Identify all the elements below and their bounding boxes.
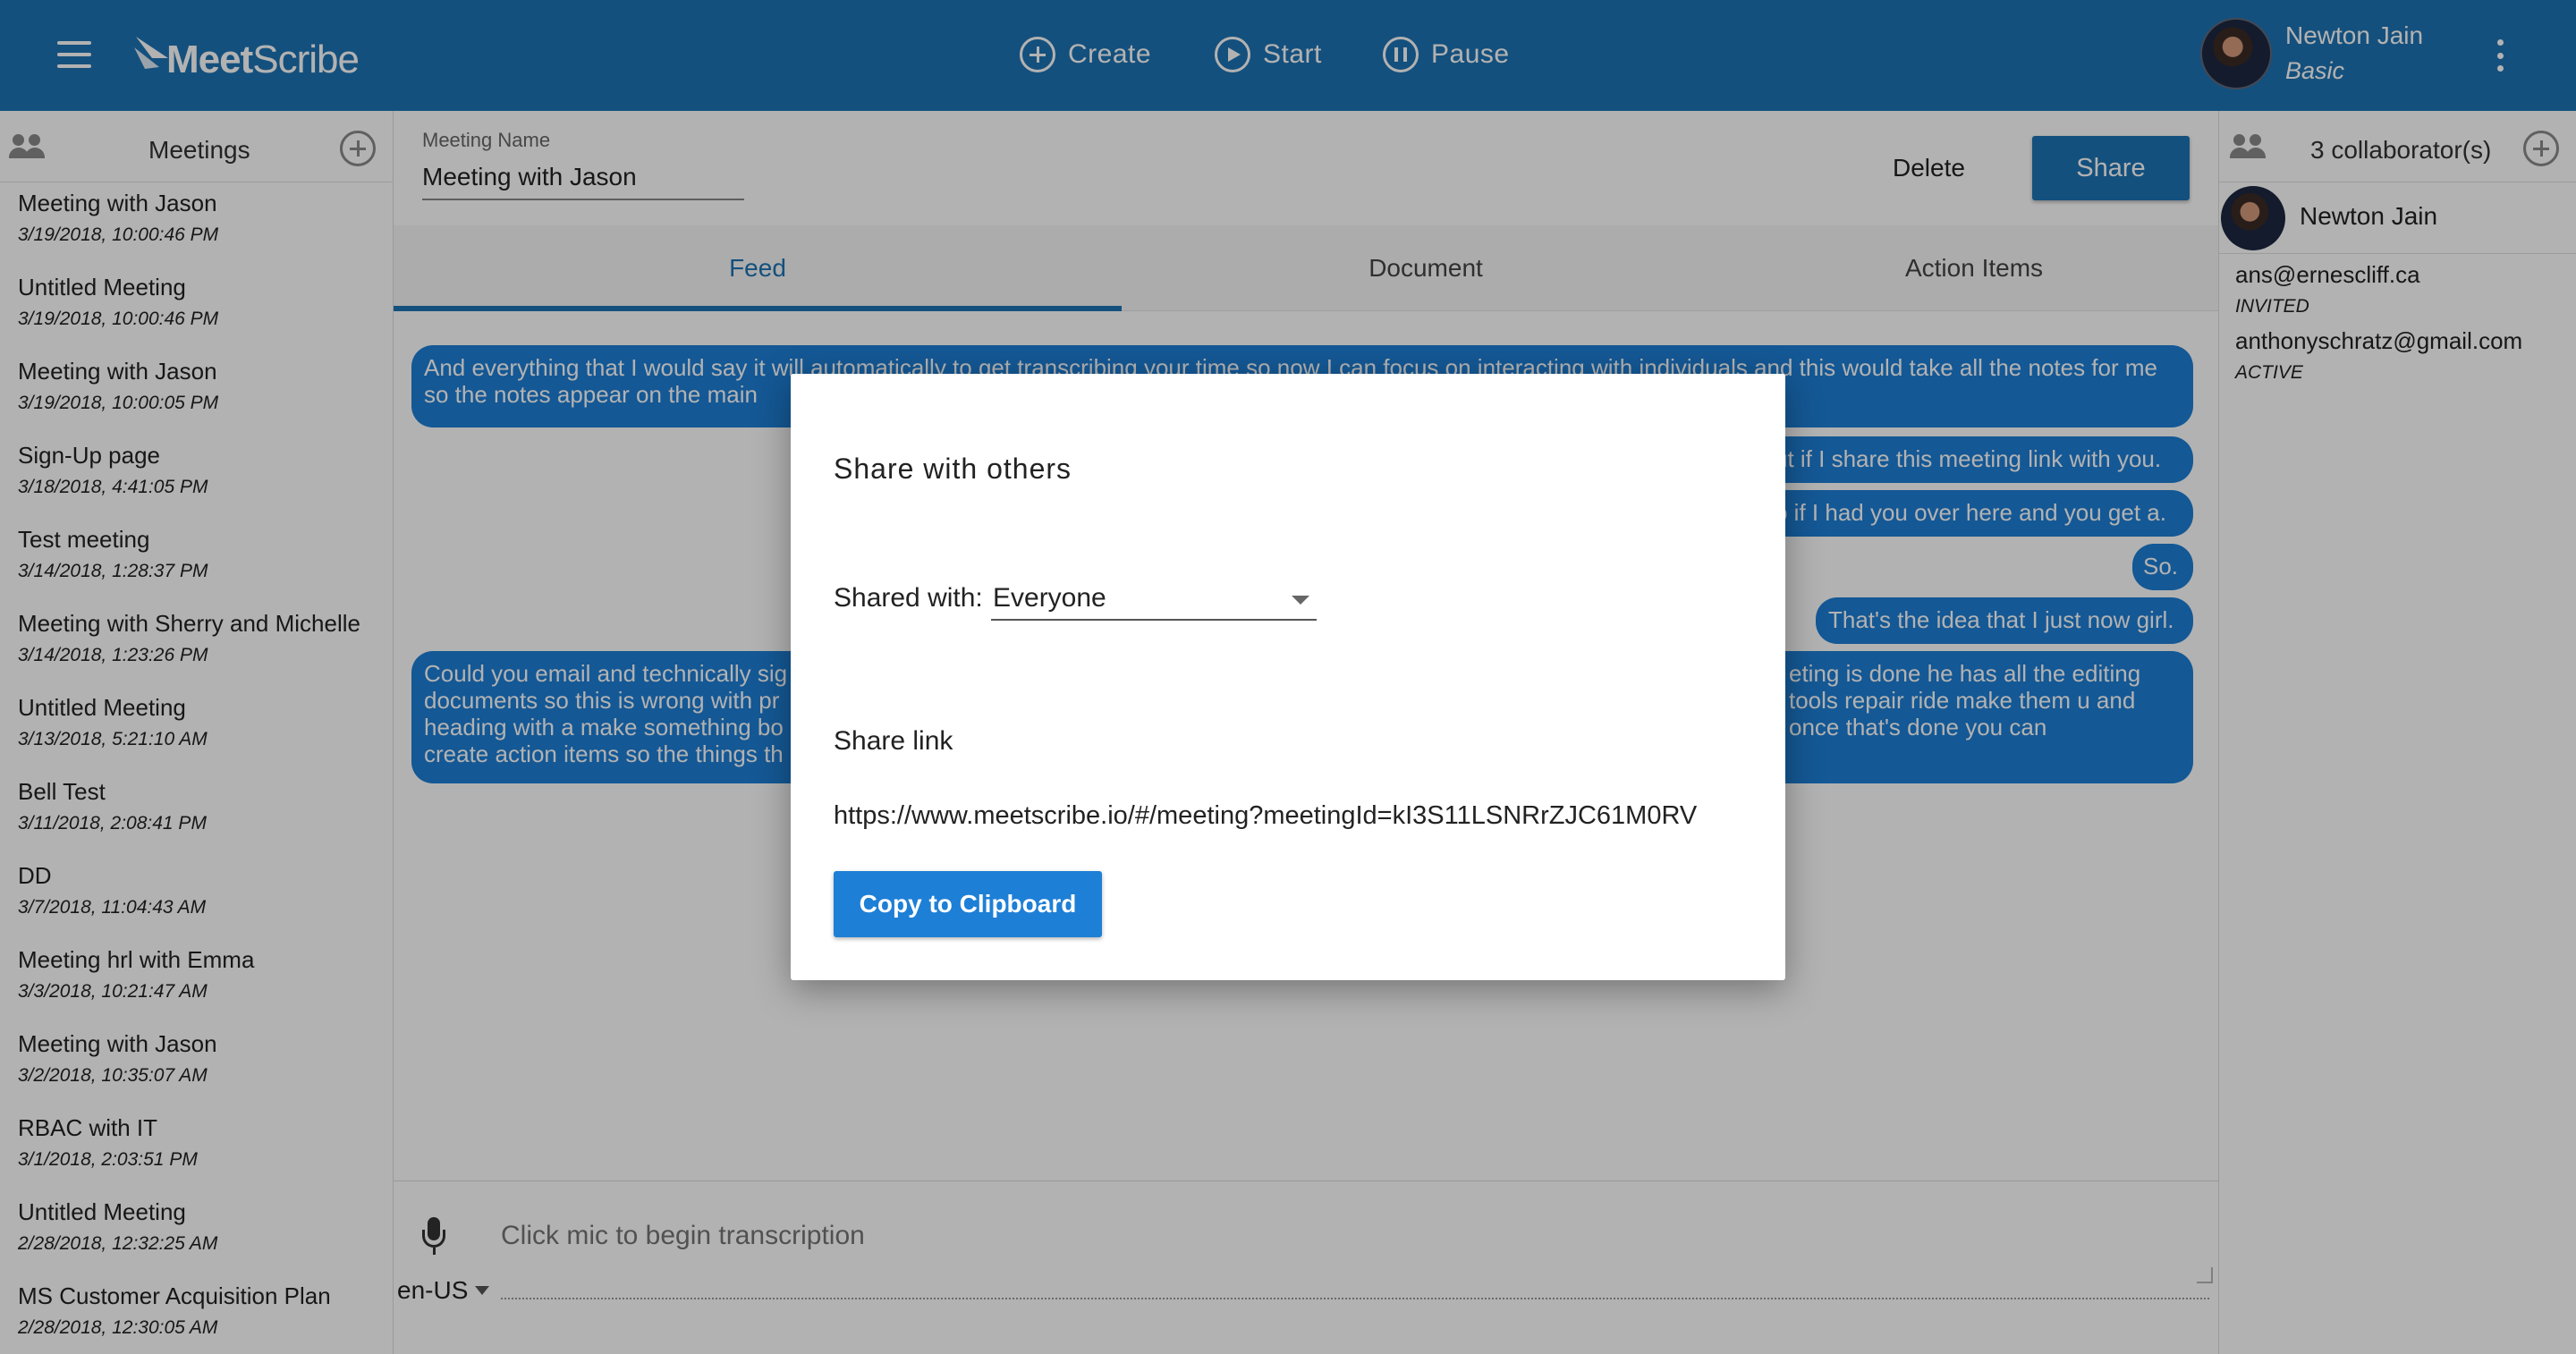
dialog-title: Share with others: [834, 453, 1072, 485]
shared-with-select[interactable]: Everyone: [991, 572, 1317, 621]
shared-with-value: Everyone: [993, 583, 1106, 613]
dropdown-arrow-icon: [1292, 596, 1309, 605]
share-link-url[interactable]: https://www.meetscribe.io/#/meeting?meet…: [834, 801, 1697, 831]
share-dialog: Share with others Shared with: Everyone …: [791, 374, 1785, 980]
share-link-label: Share link: [834, 726, 953, 756]
shared-with-label: Shared with:: [834, 583, 983, 613]
copy-to-clipboard-button[interactable]: Copy to Clipboard: [834, 871, 1102, 937]
